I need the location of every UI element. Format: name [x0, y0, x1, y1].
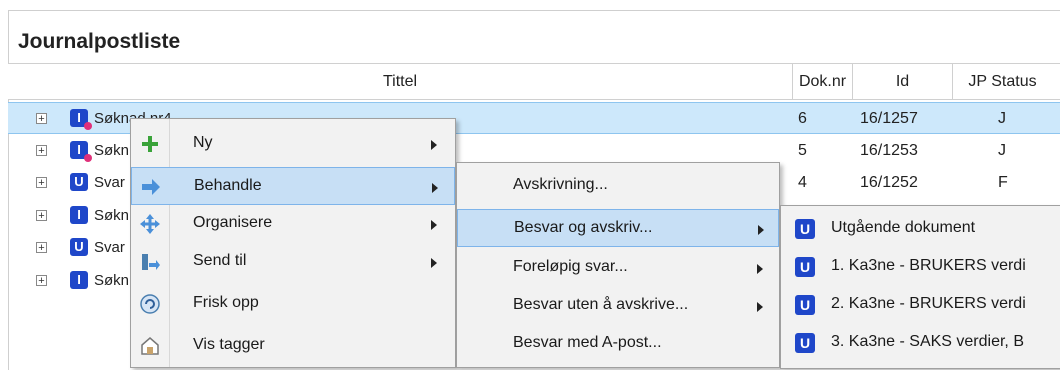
expand-icon[interactable]: + — [36, 113, 47, 125]
submenu-arrow-icon — [431, 220, 437, 230]
menu-item-ny[interactable]: Ny — [131, 125, 455, 163]
expand-icon[interactable]: + — [36, 177, 47, 189]
refresh-icon — [140, 294, 160, 314]
expand-icon[interactable]: + — [36, 145, 47, 157]
expand-icon[interactable]: + — [36, 242, 47, 254]
expand-icon[interactable]: + — [36, 210, 47, 222]
row-id: 16/1253 — [860, 142, 918, 159]
row-id: 16/1257 — [860, 110, 918, 127]
menu-item-besvar-med-a-post[interactable]: Besvar med A-post... — [457, 325, 779, 363]
arrow-right-icon — [142, 179, 160, 195]
menu-item-organisere[interactable]: Organisere — [131, 205, 455, 243]
menu-item-template-1[interactable]: U 1. Ka3ne - BRUKERS verdi — [781, 248, 1060, 286]
menu-item-send-til[interactable]: Send til — [131, 243, 455, 281]
panel-title: Journalpostliste — [18, 30, 181, 53]
tag-icon — [141, 337, 159, 355]
row-title: Søkn — [94, 142, 130, 159]
submenu-arrow-icon — [757, 264, 763, 274]
column-header-id[interactable]: Id — [852, 64, 952, 99]
row-title: Svar — [94, 239, 125, 256]
menu-item-utgaende-dokument[interactable]: U Utgående dokument — [781, 210, 1060, 248]
column-header-tittel[interactable]: Tittel — [8, 64, 792, 99]
plus-icon — [142, 136, 158, 152]
submenu-arrow-icon — [432, 183, 438, 193]
incoming-document-icon: I — [70, 271, 88, 289]
submenu-arrow-icon — [431, 140, 437, 150]
outgoing-document-icon: U — [795, 257, 815, 277]
menu-item-besvar-og-avskriv[interactable]: Besvar og avskriv... — [457, 209, 779, 247]
row-title: Svar — [94, 174, 125, 191]
send-icon — [142, 254, 160, 270]
menu-item-template-2[interactable]: U 2. Ka3ne - BRUKERS verdi — [781, 286, 1060, 324]
submenu-arrow-icon — [758, 225, 764, 235]
submenu-arrow-icon — [431, 258, 437, 268]
row-doknr: 5 — [798, 142, 807, 159]
expand-icon[interactable]: + — [36, 275, 47, 287]
row-title: Søkn — [94, 207, 130, 224]
row-status: J — [998, 110, 1006, 127]
context-menu: Ny Behandle Organisere Send til Frisk op… — [130, 118, 456, 368]
menu-item-avskrivning[interactable]: Avskrivning... — [457, 167, 779, 205]
behandle-submenu: Avskrivning... Besvar og avskriv... Fore… — [456, 162, 780, 368]
outgoing-document-icon: U — [795, 333, 815, 353]
incoming-document-icon: I — [70, 109, 92, 130]
column-header-doknr[interactable]: Dok.nr — [792, 64, 852, 99]
column-header-status[interactable]: JP Status — [952, 64, 1052, 99]
menu-item-besvar-uten-avskrive[interactable]: Besvar uten å avskrive... — [457, 287, 779, 325]
row-title: Søkn — [94, 272, 130, 289]
submenu-arrow-icon — [757, 302, 763, 312]
row-doknr: 4 — [798, 174, 807, 191]
outgoing-document-icon: U — [795, 295, 815, 315]
menu-item-behandle[interactable]: Behandle — [131, 167, 455, 205]
row-id: 16/1252 — [860, 174, 918, 191]
menu-item-frisk-opp[interactable]: Frisk opp — [131, 285, 455, 323]
row-status: J — [998, 142, 1006, 159]
outgoing-document-icon: U — [70, 238, 88, 256]
menu-item-forelopig-svar[interactable]: Foreløpig svar... — [457, 249, 779, 287]
table-header: Tittel Dok.nr Id JP Status — [8, 63, 1060, 100]
outgoing-document-icon: U — [70, 173, 88, 191]
move-icon — [140, 214, 160, 234]
outgoing-document-icon: U — [795, 219, 815, 239]
row-doknr: 6 — [798, 110, 807, 127]
menu-item-vis-tagger[interactable]: Vis tagger — [131, 327, 455, 365]
besvar-submenu: U Utgående dokument U 1. Ka3ne - BRUKERS… — [780, 205, 1060, 369]
incoming-document-icon: I — [70, 141, 92, 162]
menu-item-template-3[interactable]: U 3. Ka3ne - SAKS verdier, B — [781, 324, 1060, 362]
row-status: F — [998, 174, 1008, 191]
incoming-document-icon: I — [70, 206, 88, 224]
